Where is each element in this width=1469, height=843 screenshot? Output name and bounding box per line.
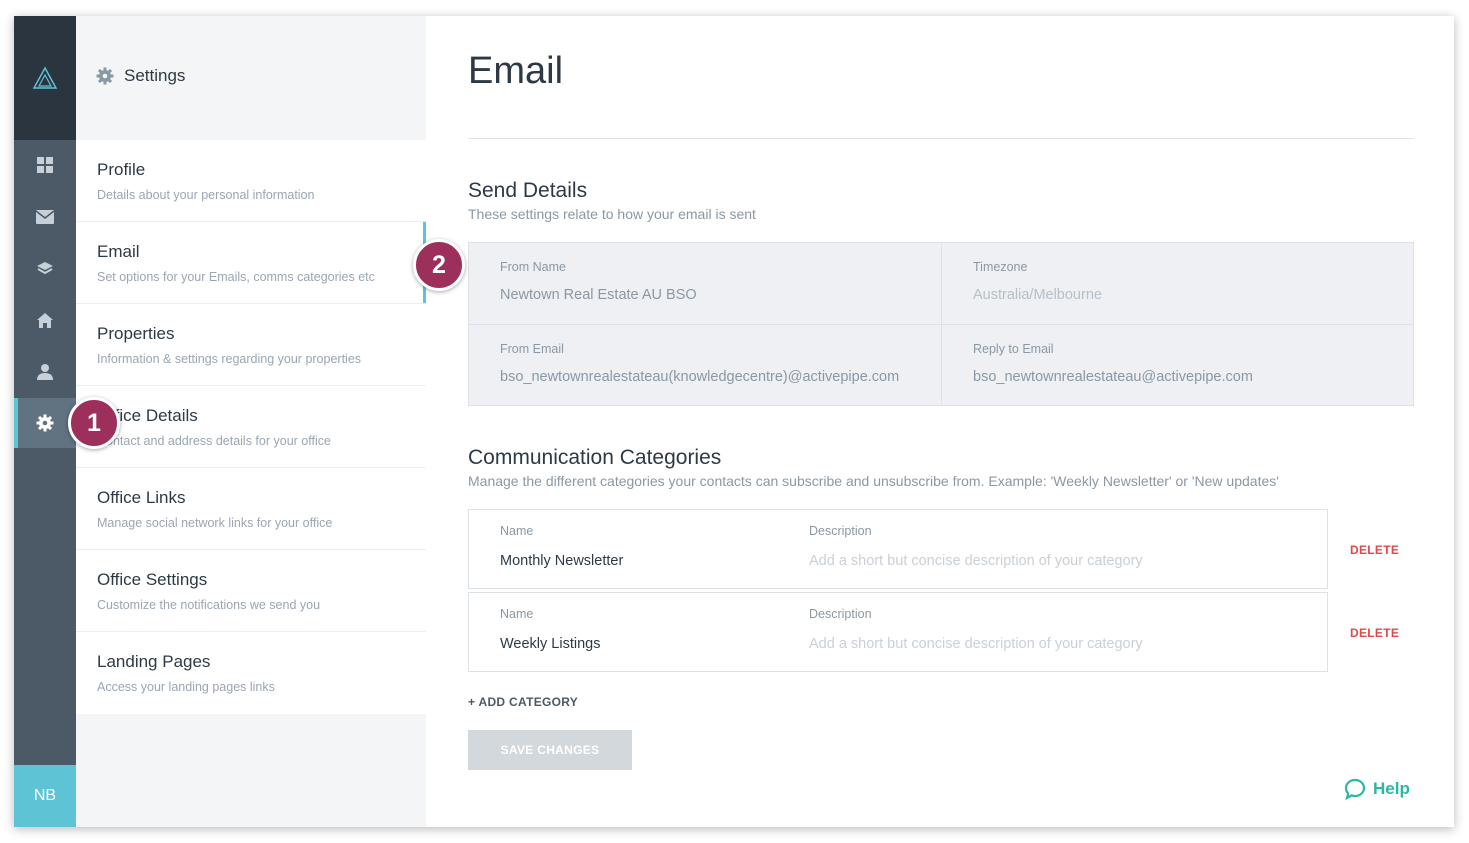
nav-item-title: Email [97,242,140,261]
nav-item-desc: Access your landing pages links [97,680,275,694]
user-icon [37,364,53,380]
timezone-field[interactable]: Timezone Australia/Melbourne [942,243,1413,324]
from-name-label: From Name [500,260,566,274]
nav-item-desc: Contact and address details for your off… [97,434,331,448]
nav-item-title: Landing Pages [97,652,211,671]
reply-email-field[interactable]: Reply to Email bso_newtownrealestateau@a… [942,325,1413,405]
settings-header: Settings [96,66,185,86]
timezone-value: Australia/Melbourne [973,287,1102,303]
nav-item-title: Profile [97,160,146,179]
nav-item-desc: Customize the notifications we send you [97,598,321,612]
from-email-field[interactable]: From Email bso_newtownrealestateau(knowl… [469,325,941,405]
main-content: Email Send Details These settings relate… [426,16,1454,827]
nav-item-title: Office Settings [97,570,208,589]
nav-item-profile[interactable]: Profile Details about your personal info… [76,140,426,222]
envelope-icon [36,210,54,224]
category-row: Name Monthly Newsletter Description Add … [468,509,1328,589]
nav-item-office-settings[interactable]: Office Settings Customize the notificati… [76,550,426,632]
category-row: Name Weekly Listings Description Add a s… [468,592,1328,672]
rail-layers-button[interactable] [14,244,76,294]
home-icon [37,312,53,328]
icon-rail: NB [14,16,76,827]
send-details-subtitle: These settings relate to how your email … [468,206,756,222]
avatar[interactable]: NB [14,765,76,827]
category-name-input[interactable]: Weekly Listings [500,636,600,652]
nav-item-properties[interactable]: Properties Information & settings regard… [76,304,426,386]
settings-header-label: Settings [124,66,186,85]
category-desc-input[interactable]: Add a short but concise description of y… [809,553,1143,569]
page-title: Email [468,50,564,92]
add-category-button[interactable]: + ADD CATEGORY [468,695,578,709]
reply-email-label: Reply to Email [973,342,1054,356]
send-details-grid: From Name Newtown Real Estate AU BSO Tim… [468,242,1414,406]
nav-item-landing-pages[interactable]: Landing Pages Access your landing pages … [76,632,426,714]
category-name-input[interactable]: Monthly Newsletter [500,553,623,569]
rail-dashboard-button[interactable] [14,140,76,190]
send-details-title: Send Details [468,179,588,202]
settings-nav-list: Profile Details about your personal info… [76,140,426,714]
categories-subtitle: Manage the different categories your con… [468,473,1279,489]
reply-email-value: bso_newtownrealestateau@activepipe.com [973,369,1253,385]
step-badge-2: 2 [413,239,465,291]
nav-item-desc: Set options for your Emails, comms categ… [97,270,375,284]
nav-item-desc: Details about your personal information [97,188,315,202]
save-changes-button[interactable]: SAVE CHANGES [468,730,632,770]
from-name-field[interactable]: From Name Newtown Real Estate AU BSO [469,243,941,324]
timezone-label: Timezone [973,260,1028,274]
dashboard-grid-icon [37,157,53,173]
nav-item-desc: Information & settings regarding your pr… [97,352,362,366]
rail-properties-button[interactable] [14,295,76,345]
help-label: Help [1373,779,1410,798]
category-name-label: Name [500,607,534,621]
app-window: NB Settings Profile Details about your p… [14,16,1454,827]
rail-contacts-button[interactable] [14,347,76,397]
nav-item-email[interactable]: Email Set options for your Emails, comms… [76,222,426,304]
triangle-logo-icon [32,66,58,89]
divider [468,138,1414,139]
category-name-label: Name [500,524,534,538]
nav-item-title: Office Links [97,488,186,507]
delete-category-button[interactable]: DELETE [1350,626,1399,640]
category-desc-label: Description [809,524,872,538]
category-desc-input[interactable]: Add a short but concise description of y… [809,636,1143,652]
gear-icon [36,414,54,432]
rail-settings-button[interactable] [14,398,76,448]
chat-bubble-icon [1344,778,1366,800]
from-name-value: Newtown Real Estate AU BSO [500,287,697,303]
settings-nav: Settings Profile Details about your pers… [76,16,426,827]
help-button[interactable]: Help [1344,778,1410,800]
category-desc-label: Description [809,607,872,621]
from-email-value: bso_newtownrealestateau(knowledgecentre)… [500,369,900,385]
rail-email-button[interactable] [14,192,76,242]
from-email-label: From Email [500,342,564,356]
logo-area[interactable] [14,16,76,140]
nav-item-title: Properties [97,324,175,343]
layers-icon [37,262,53,275]
nav-item-title: Office Details [97,406,198,425]
step-badge-1: 1 [68,397,120,449]
avatar-initials: NB [33,787,57,804]
nav-item-desc: Manage social network links for your off… [97,516,333,530]
nav-item-office-links[interactable]: Office Links Manage social network links… [76,468,426,550]
gear-icon [96,67,114,85]
categories-title: Communication Categories [468,446,722,469]
delete-category-button[interactable]: DELETE [1350,543,1399,557]
nav-item-office-details[interactable]: Office Details Contact and address detai… [76,386,426,468]
